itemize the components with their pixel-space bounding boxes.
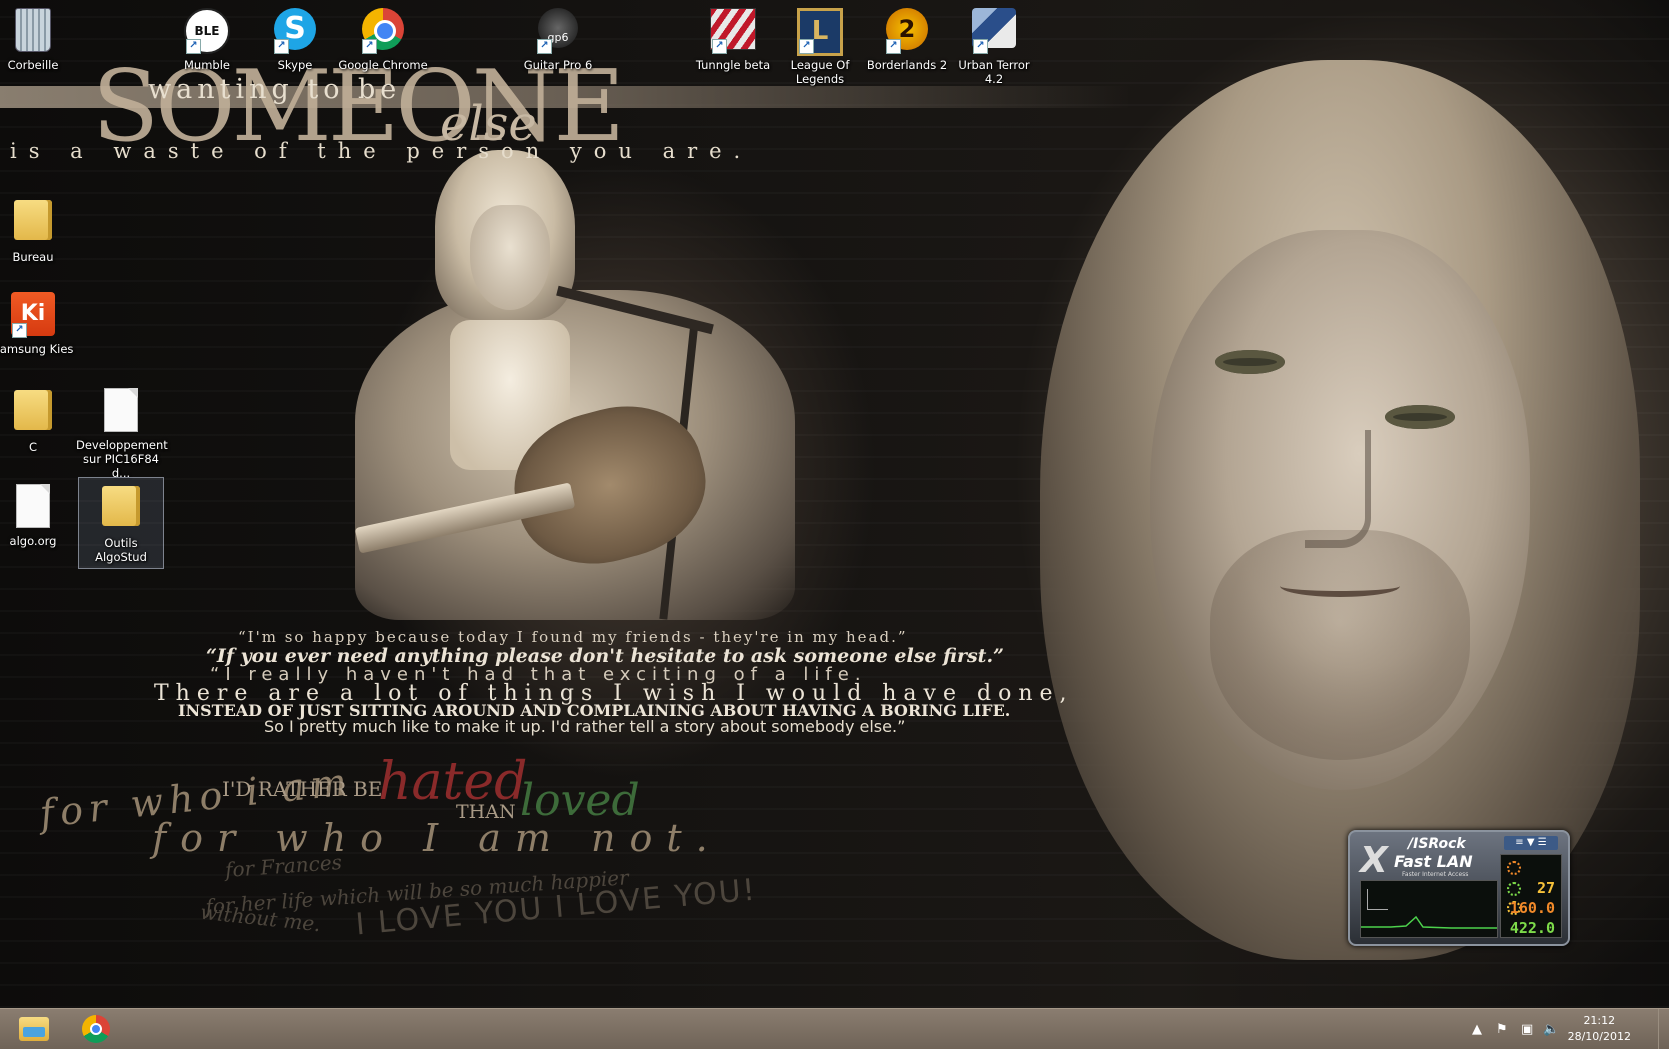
desktop-icon-label: Samsung Kies: [0, 342, 74, 356]
activity-indicator-icon: [1507, 861, 1521, 875]
wallpaper-quote-6: So I pretty much like to make it up. I'd…: [264, 717, 906, 736]
widget-subtitle: Faster Internet Access: [1402, 871, 1469, 878]
desktop-icon-developpement-pic[interactable]: Developpement sur PIC16F84 d...: [76, 386, 168, 480]
document-icon: [16, 484, 50, 528]
shortcut-arrow-icon: ↗: [537, 39, 552, 54]
desktop-icon-label: Google Chrome: [338, 58, 428, 72]
desktop-icon-mumble[interactable]: BLE ↗ Mumble: [162, 6, 252, 72]
recycle-bin-icon: [15, 8, 51, 52]
wallpaper-guitarist-photo: [335, 150, 835, 650]
desktop-icon-tunngle[interactable]: ↗ Tunngle beta: [688, 6, 778, 72]
desktop-icon-label: Skype: [277, 58, 313, 72]
asrock-xfast-lan-widget[interactable]: X /ISRock Fast LAN Faster Internet Acces…: [1348, 830, 1570, 946]
desktop-icon-guitar-pro[interactable]: gp6 ↗ Guitar Pro 6: [513, 6, 603, 72]
desktop-icon-label: League Of Legends: [790, 58, 850, 86]
wallpaper-rather: I'D RATHER BE: [222, 777, 383, 801]
shortcut-arrow-icon: ↗: [186, 39, 201, 54]
desktop-icon-label: C: [28, 440, 38, 454]
desktop-icon-samsung-kies[interactable]: Ki ↗ Samsung Kies: [0, 292, 78, 356]
taskbar-file-explorer-button[interactable]: [6, 1012, 62, 1046]
activity-indicator-icon: [1507, 882, 1521, 896]
shortcut-arrow-icon: ↗: [886, 39, 901, 54]
desktop-icon-label: Guitar Pro 6: [523, 58, 593, 72]
taskbar-chrome-button[interactable]: [68, 1012, 124, 1046]
widget-values-panel: 27 160.0 422.0: [1500, 854, 1562, 938]
desktop-icon-league-of-legends[interactable]: L ↗ League Of Legends: [775, 6, 865, 86]
traffic-wave-graph: [1361, 915, 1497, 929]
wallpaper-headline-small: wanting to be: [148, 74, 402, 105]
desktop-icon-google-chrome[interactable]: ↗ Google Chrome: [338, 6, 428, 72]
desktop-icon-label: Outils AlgoStud: [95, 536, 147, 564]
bar-graph-icon: [1367, 889, 1388, 910]
shortcut-arrow-icon: ↗: [712, 39, 727, 54]
desktop-icon-label: Mumble: [184, 58, 230, 72]
file-explorer-icon: [19, 1017, 49, 1041]
desktop-icon-borderlands[interactable]: 2 ↗ Borderlands 2: [862, 6, 952, 72]
desktop-icon-label: Corbeille: [7, 58, 59, 72]
taskbar-clock[interactable]: 21:12 28/10/2012: [1568, 1013, 1631, 1045]
document-icon: [104, 388, 138, 432]
tray-volume-icon[interactable]: 🔈: [1543, 1009, 1559, 1049]
desktop-icon-urban-terror[interactable]: ↗ Urban Terror 4.2: [949, 6, 1039, 86]
shortcut-arrow-icon: ↗: [12, 323, 27, 338]
chrome-icon: [82, 1015, 110, 1043]
wallpaper-quote-1: “I'm so happy because today I found my f…: [238, 628, 908, 646]
folder-icon: [14, 200, 52, 240]
widget-menu-button[interactable]: ≡ ▼ ☰: [1504, 836, 1558, 850]
asrock-brand: /ISRock: [1408, 836, 1466, 852]
wallpaper-headline-sub: is a waste of the person you are.: [10, 139, 753, 163]
clock-time: 21:12: [1583, 1014, 1616, 1027]
xfast-logo-x: X: [1360, 840, 1388, 881]
wallpaper-loved: loved: [520, 775, 640, 826]
widget-value-1: 27: [1536, 879, 1555, 897]
desktop-icon-label: Urban Terror 4.2: [958, 58, 1030, 86]
wallpaper-than: THAN: [456, 801, 516, 823]
tray-network-icon[interactable]: ▣: [1521, 1009, 1533, 1049]
widget-value-3: 422.0: [1509, 919, 1555, 937]
desktop-icon-skype[interactable]: S ↗ Skype: [250, 6, 340, 72]
desktop-icon-label: Borderlands 2: [866, 58, 948, 72]
desktop-icon-label: algo.org: [9, 534, 57, 548]
desktop-icon-bureau[interactable]: Bureau: [0, 196, 78, 264]
show-desktop-button[interactable]: [1658, 1009, 1669, 1049]
tray-show-hidden-icons[interactable]: ▲: [1472, 1009, 1482, 1049]
shortcut-arrow-icon: ↗: [274, 39, 289, 54]
desktop-icon-label: Tunngle beta: [695, 58, 771, 72]
clock-date: 28/10/2012: [1567, 1030, 1631, 1043]
widget-title: Fast LAN: [1394, 852, 1473, 871]
folder-icon: [102, 486, 140, 526]
taskbar: ▲ ⚑ ▣ 🔈 21:12 28/10/2012: [0, 1008, 1669, 1049]
widget-graph-screen: [1360, 880, 1498, 938]
desktop-icon-label: Bureau: [12, 250, 54, 264]
desktop-icon-label: Developpement sur PIC16F84 d...: [76, 438, 168, 480]
desktop-icon-outils-algostud[interactable]: Outils AlgoStud: [78, 477, 164, 569]
shortcut-arrow-icon: ↗: [362, 39, 377, 54]
shortcut-arrow-icon: ↗: [799, 39, 814, 54]
shortcut-arrow-icon: ↗: [973, 39, 988, 54]
desktop-icon-recycle-bin[interactable]: Corbeille: [0, 6, 78, 72]
widget-value-2: 160.0: [1509, 899, 1555, 917]
desktop-icon-algo-org[interactable]: algo.org: [0, 482, 78, 548]
folder-icon: [14, 390, 52, 430]
tray-action-center-flag-icon[interactable]: ⚑: [1496, 1009, 1508, 1049]
desktop-icon-c[interactable]: C: [0, 386, 78, 454]
